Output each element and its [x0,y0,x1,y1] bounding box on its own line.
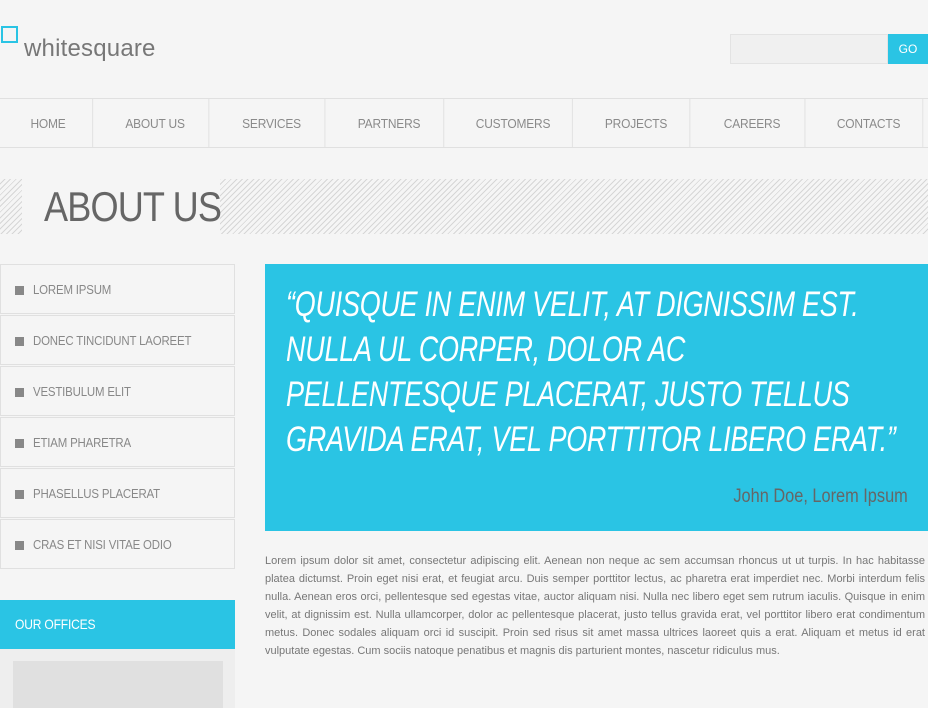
sidebar-item-label: LOREM IPSUM [33,282,112,297]
sidebar: LOREM IPSUM DONEC TINCIDUNT LAOREET VESTIB… [0,264,235,570]
quote-block: “QUISQUE IN ENIM VELIT, AT DIGNISSIM EST… [265,264,928,531]
sidebar-item-label: VESTIBULUM ELIT [33,384,131,399]
logo-square-icon [1,26,18,43]
sidebar-item-label: ETIAM PHARETRA [33,435,131,450]
nav-item-label: PROJECTS [604,115,668,131]
nav-item-home[interactable]: HOME [4,99,94,147]
quote-author: John Doe, Lorem Ipsum [733,486,908,507]
nav-item-partners[interactable]: PARTNERS [335,99,445,147]
page-title: ABOUT US [44,183,222,230]
search-input[interactable] [730,34,888,64]
square-bullet-icon [15,490,24,499]
nav-item-label: SERVICES [242,115,301,131]
sidebar-item-etiam-pharetra[interactable]: ETIAM PHARETRA [0,417,235,467]
nav-item-careers[interactable]: CAREERS [700,99,806,147]
square-bullet-icon [15,388,24,397]
sidebar-item-label: PHASELLUS PLACERAT [33,486,160,501]
logo[interactable]: whitesquare [0,26,200,70]
offices-header: OUR OFFICES [0,600,235,649]
nav-item-contacts[interactable]: CONTACTS [815,99,924,147]
sidebar-item-lorem-ipsum[interactable]: LOREM IPSUM [0,264,235,314]
nav-item-customers[interactable]: CUSTOMERS [454,99,573,147]
nav-item-label: PARTNERS [357,115,421,131]
quote-text: “QUISQUE IN ENIM VELIT, AT DIGNISSIM EST… [286,285,896,459]
sidebar-item-cras-et-nisi-vitae-odio[interactable]: CRAS ET NISI VITAE ODIO [0,519,235,569]
square-bullet-icon [15,439,24,448]
sidebar-item-label: DONEC TINCIDUNT LAOREET [33,333,192,348]
square-bullet-icon [15,541,24,550]
main-nav: HOME ABOUT US SERVICES PARTNERS CUSTOMERS PRO… [0,98,928,148]
search-go-button[interactable]: GO [888,34,928,64]
offices-map-placeholder [13,661,223,708]
nav-item-label: CAREERS [723,115,781,131]
about-paragraph: Lorem ipsum dolor sit amet, consectetur … [265,555,925,657]
search-form: GO [730,34,928,64]
nav-item-label: CUSTOMERS [475,115,551,131]
offices-panel [0,649,235,708]
nav-item-label: CONTACTS [836,115,901,131]
sidebar-item-phasellus-placerat[interactable]: PHASELLUS PLACERAT [0,468,235,518]
sidebar-item-donec-tincidunt-laoreet[interactable]: DONEC TINCIDUNT LAOREET [0,315,235,365]
sidebar-item-label: CRAS ET NISI VITAE ODIO [33,537,172,552]
logo-text: whitesquare [24,35,156,62]
nav-item-services[interactable]: SERVICES [219,99,326,147]
square-bullet-icon [15,337,24,346]
nav-item-projects[interactable]: PROJECTS [583,99,691,147]
square-bullet-icon [15,286,24,295]
nav-item-label: ABOUT US [125,115,185,131]
nav-item-label: HOME [30,115,66,131]
nav-item-about-us[interactable]: ABOUT US [102,99,210,147]
offices-title: OUR OFFICES [15,616,96,632]
sidebar-item-vestibulum-elit[interactable]: VESTIBULUM ELIT [0,366,235,416]
